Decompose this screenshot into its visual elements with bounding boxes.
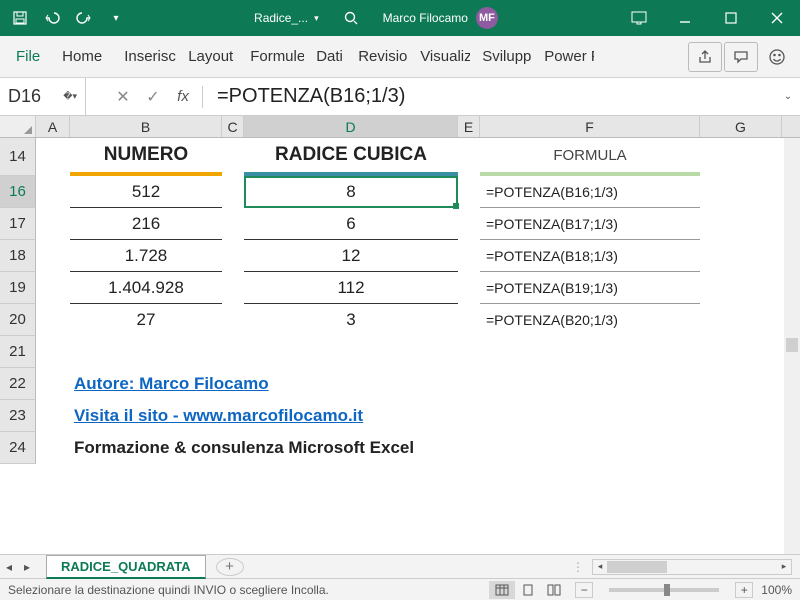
titlebar: ▾ Radice_... ▾ Marco Filocamo MF [0, 0, 800, 36]
cell-D18[interactable]: 12 [244, 240, 458, 272]
comments-icon[interactable] [724, 42, 758, 72]
user-account[interactable]: Marco Filocamo MF [383, 7, 498, 29]
row-header[interactable]: 24 [0, 432, 36, 464]
status-message: Selezionare la destinazione quindi INVIO… [8, 583, 481, 597]
cell-B19[interactable]: 1.404.928 [70, 272, 222, 304]
cell-D20[interactable]: 3 [244, 304, 458, 336]
tab-home[interactable]: Home [52, 40, 112, 73]
select-all-corner[interactable] [0, 116, 36, 137]
redo-icon[interactable] [70, 4, 98, 32]
add-sheet-button[interactable]: + [216, 558, 244, 576]
cell-F17[interactable]: =POTENZA(B17;1/3) [480, 208, 700, 240]
cell-B18[interactable]: 1.728 [70, 240, 222, 272]
minimize-button[interactable] [662, 0, 708, 36]
row-header[interactable]: 23 [0, 400, 36, 432]
ribbon-display-icon[interactable] [616, 0, 662, 36]
document-title-text: Radice_... [254, 11, 308, 25]
row-header[interactable]: 14 [0, 138, 36, 176]
tab-split-handle[interactable]: ⋮ [572, 560, 584, 574]
cell-D14[interactable]: RADICE CUBICA [244, 138, 458, 176]
sheet-nav-next[interactable]: ▸ [18, 560, 36, 574]
col-header-G[interactable]: G [700, 116, 782, 137]
formula-input[interactable] [207, 78, 782, 115]
page-break-view-icon[interactable] [541, 581, 567, 599]
undo-icon[interactable] [38, 4, 66, 32]
avatar: MF [476, 7, 498, 29]
expand-formula-bar-icon[interactable]: ⌄ [782, 91, 800, 102]
cell-B16[interactable]: 512 [70, 176, 222, 208]
sheet-tab[interactable]: RADICE_QUADRATA [46, 555, 206, 579]
page-layout-view-icon[interactable] [515, 581, 541, 599]
save-icon[interactable] [6, 4, 34, 32]
ribbon-tabs: File Home Inserisci Layout d Formule Dat… [0, 36, 800, 78]
chevron-down-icon: ▾ [314, 13, 319, 24]
cell-D17[interactable]: 6 [244, 208, 458, 240]
user-name: Marco Filocamo [383, 11, 468, 25]
sheet-nav-prev[interactable]: ◂ [0, 560, 18, 574]
share-icon[interactable] [688, 42, 722, 72]
zoom-level[interactable]: 100% [761, 583, 792, 597]
tab-data[interactable]: Dati [306, 40, 346, 73]
col-header-C[interactable]: C [222, 116, 244, 137]
tab-layout[interactable]: Layout d [178, 40, 238, 73]
col-header-B[interactable]: B [70, 116, 222, 137]
search-icon[interactable] [337, 4, 365, 32]
status-bar: Selezionare la destinazione quindi INVIO… [0, 578, 800, 600]
normal-view-icon[interactable] [489, 581, 515, 599]
author-link[interactable]: Autore: Marco Filocamo [74, 374, 269, 394]
tab-insert[interactable]: Inserisci [114, 40, 176, 73]
zoom-out-button[interactable]: − [575, 582, 593, 598]
tagline-text[interactable]: Formazione & consulenza Microsoft Excel [70, 432, 700, 464]
cell-F18[interactable]: =POTENZA(B18;1/3) [480, 240, 700, 272]
tab-formulas[interactable]: Formule [240, 40, 304, 73]
vertical-scrollbar[interactable] [784, 138, 800, 554]
tab-developer[interactable]: Sviluppo [472, 40, 532, 73]
cell-F16[interactable]: =POTENZA(B16;1/3) [480, 176, 700, 208]
cell-D16[interactable]: 8 [244, 176, 458, 208]
formula-bar: D16 �▾ ✕ ✓ fx ⌄ [0, 78, 800, 116]
col-header-D[interactable]: D [244, 116, 458, 137]
row-header[interactable]: 17 [0, 208, 36, 240]
cell-F20[interactable]: =POTENZA(B20;1/3) [480, 304, 700, 336]
row-header[interactable]: 16 [0, 176, 36, 208]
row-header[interactable]: 21 [0, 336, 36, 368]
document-title[interactable]: Radice_... ▾ [254, 11, 319, 25]
col-header-A[interactable]: A [36, 116, 70, 137]
tab-file[interactable]: File [6, 40, 50, 73]
cell-B20[interactable]: 27 [70, 304, 222, 336]
enter-formula-icon[interactable]: ✓ [138, 78, 168, 115]
cell-B17[interactable]: 216 [70, 208, 222, 240]
row-header[interactable]: 18 [0, 240, 36, 272]
tab-view[interactable]: Visualizz [410, 40, 470, 73]
zoom-slider[interactable] [609, 588, 719, 592]
tab-powerpivot[interactable]: Power P [534, 40, 594, 73]
cell-D19[interactable]: 112 [244, 272, 458, 304]
cell-F19[interactable]: =POTENZA(B19;1/3) [480, 272, 700, 304]
tab-review[interactable]: Revision [348, 40, 408, 73]
name-box[interactable]: D16 �▾ [0, 78, 86, 115]
col-header-E[interactable]: E [458, 116, 480, 137]
smiley-icon[interactable] [760, 42, 794, 72]
column-headers: A B C D E F G [0, 116, 800, 138]
website-link[interactable]: Visita il sito - www.marcofilocamo.it [74, 406, 363, 426]
close-button[interactable] [754, 0, 800, 36]
row-header[interactable]: 19 [0, 272, 36, 304]
horizontal-scrollbar[interactable]: ◂▸ [592, 559, 792, 575]
cell-B14[interactable]: NUMERO [70, 138, 222, 176]
zoom-in-button[interactable]: + [735, 582, 753, 598]
cancel-formula-icon[interactable]: ✕ [108, 78, 138, 115]
name-box-value: D16 [8, 86, 41, 107]
maximize-button[interactable] [708, 0, 754, 36]
cell-F14[interactable]: FORMULA [480, 138, 700, 176]
chevron-down-icon: �▾ [63, 91, 77, 102]
fx-icon[interactable]: fx [168, 78, 198, 115]
spreadsheet-grid[interactable]: 14 NUMERO RADICE CUBICA FORMULA 16 512 8… [0, 138, 800, 554]
row-header[interactable]: 22 [0, 368, 36, 400]
sheet-tab-bar: ◂ ▸ RADICE_QUADRATA + ⋮ ◂▸ [0, 554, 800, 578]
col-header-F[interactable]: F [480, 116, 700, 137]
qat-customize-icon[interactable]: ▾ [102, 4, 130, 32]
row-header[interactable]: 20 [0, 304, 36, 336]
